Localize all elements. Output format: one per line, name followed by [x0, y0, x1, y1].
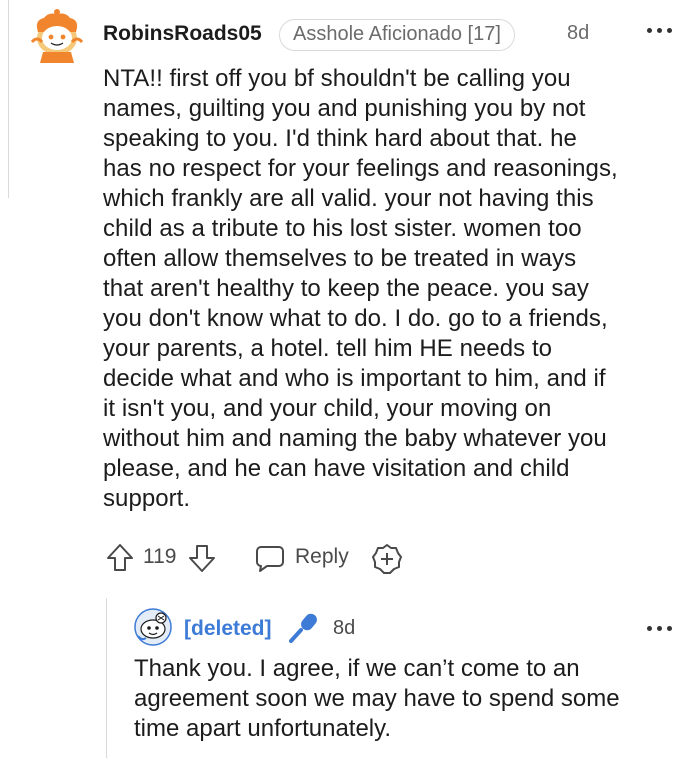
more-options-icon[interactable] — [645, 622, 675, 636]
reply-body: Thank you. I agree, if we can’t come to … — [134, 655, 620, 742]
reply-bubble-icon — [256, 546, 284, 572]
comment-actions: 119 Reply — [105, 538, 505, 578]
microphone-icon — [289, 613, 317, 643]
upvote-arrow-icon[interactable] — [105, 543, 135, 573]
reply-timestamp: 8d — [333, 617, 356, 639]
reply-label: Reply — [295, 545, 349, 568]
comment-header: RobinsRoads05 Asshole Aficionado [17] 8d — [30, 8, 690, 64]
reply-thread-line — [106, 598, 107, 758]
comment-timestamp: 8d — [567, 22, 590, 44]
comment-username[interactable]: RobinsRoads05 — [103, 22, 262, 46]
reply-username[interactable]: [deleted] — [184, 617, 272, 641]
user-flair: Asshole Aficionado [17] — [279, 19, 515, 51]
snoo-avatar-icon[interactable] — [30, 8, 84, 64]
vote-count: 119 — [143, 545, 177, 568]
parent-thread-line — [8, 0, 9, 198]
more-options-icon[interactable] — [645, 24, 675, 38]
snoo-avatar-icon[interactable] — [134, 608, 172, 646]
reply-button[interactable]: Reply — [255, 540, 355, 576]
downvote-arrow-icon[interactable] — [187, 543, 217, 573]
comment-body: NTA!! first off you bf shouldn't be call… — [103, 65, 618, 512]
award-plus-icon[interactable] — [371, 543, 403, 575]
